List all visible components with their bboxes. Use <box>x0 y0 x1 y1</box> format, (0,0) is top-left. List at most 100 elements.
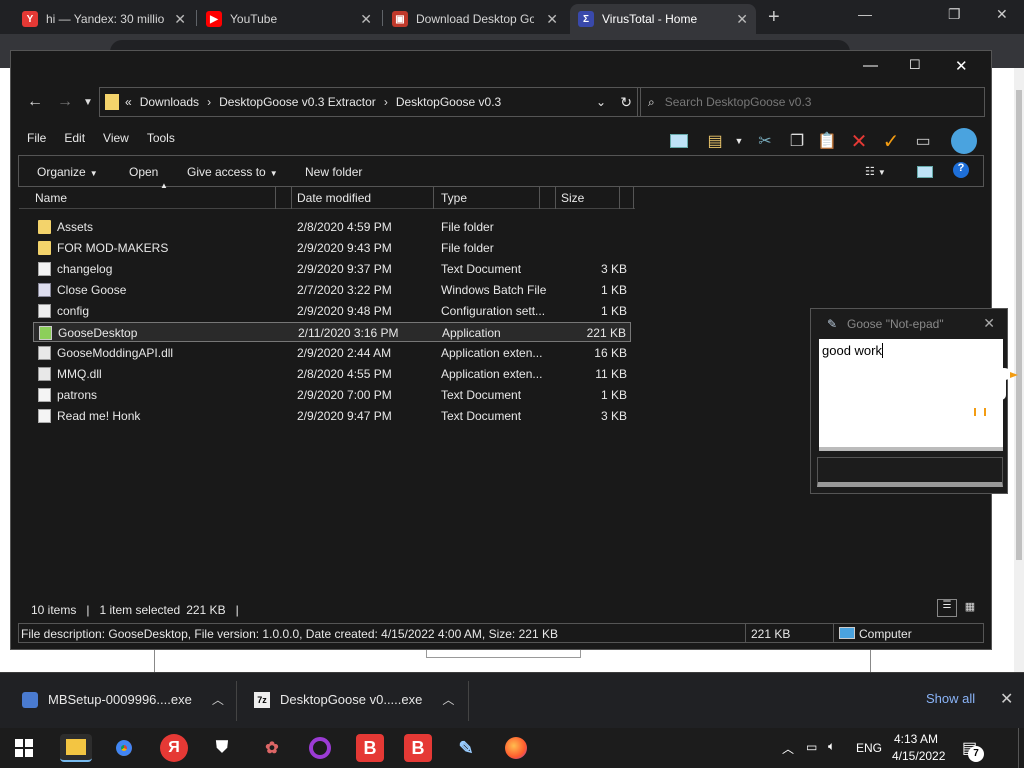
preview-pane-icon[interactable] <box>669 131 689 151</box>
list-item[interactable]: Close Goose 2/7/2020 3:22 PM Windows Bat… <box>33 280 631 300</box>
column-divider[interactable] <box>539 187 540 209</box>
explorer-maximize-icon[interactable]: ☐ <box>909 57 921 73</box>
column-type[interactable]: Type <box>441 191 467 205</box>
menu-view[interactable]: View <box>103 131 129 145</box>
help-icon[interactable]: ? <box>953 162 969 178</box>
refresh-icon[interactable]: ↻ <box>620 94 632 111</box>
give-access-button[interactable]: Give access to ▼ <box>187 165 278 179</box>
clock-date[interactable]: 4/15/2022 <box>892 749 945 763</box>
tab-yandex[interactable]: Y hi — Yandex: 30 million ✕ <box>14 4 194 34</box>
copy-icon[interactable]: ❐ <box>787 131 807 151</box>
cut-icon[interactable]: ✂ <box>755 131 775 151</box>
start-button[interactable] <box>10 734 38 762</box>
app-b-icon[interactable]: B <box>404 734 432 762</box>
organize-button[interactable]: Organize ▼ <box>37 165 98 179</box>
forward-icon[interactable]: → <box>57 93 73 111</box>
close-tab-icon[interactable]: ✕ <box>174 11 186 28</box>
search-box[interactable]: ⌕ Search DesktopGoose v0.3 <box>637 87 985 117</box>
column-name[interactable]: Name <box>35 191 67 205</box>
column-divider[interactable] <box>291 187 292 209</box>
volume-icon[interactable]: 🔈︎ <box>828 739 835 754</box>
paste-folder-icon[interactable]: ▤ <box>705 131 725 151</box>
explorer-minimize-icon[interactable]: — <box>863 57 878 74</box>
list-item-selected[interactable]: GooseDesktop 2/11/2020 3:16 PM Applicati… <box>33 322 631 342</box>
clock-time[interactable]: 4:13 AM <box>894 732 938 746</box>
list-item[interactable]: GooseModdingAPI.dll 2/9/2020 2:44 AM App… <box>33 343 631 363</box>
notepad-taskbar-icon[interactable]: ✎ <box>452 734 480 762</box>
opera-taskbar-button[interactable] <box>306 734 334 762</box>
goose-icon[interactable] <box>948 360 1020 420</box>
close-tab-icon[interactable]: ✕ <box>360 11 372 28</box>
column-size[interactable]: Size <box>561 191 584 205</box>
breadcrumb-extractor[interactable]: DesktopGoose v0.3 Extractor <box>219 95 376 109</box>
close-tab-icon[interactable]: ✕ <box>736 11 748 28</box>
app-b-icon[interactable]: B <box>356 734 384 762</box>
column-divider[interactable] <box>433 187 434 209</box>
breadcrumb-downloads[interactable]: Downloads <box>140 95 199 109</box>
delete-icon[interactable]: ✕ <box>849 131 869 153</box>
list-item[interactable]: config 2/9/2020 9:48 PM Configuration se… <box>33 301 631 321</box>
paste-icon[interactable]: 📋 <box>817 131 837 151</box>
yandex-taskbar-button[interactable]: Я <box>160 734 188 762</box>
tab-youtube[interactable]: ▶ YouTube ✕ <box>198 4 380 34</box>
close-icon[interactable]: ✕ <box>1000 689 1013 709</box>
breadcrumb-chevron-icon[interactable]: › <box>207 95 211 109</box>
new-tab-icon[interactable]: + <box>768 6 780 29</box>
breadcrumb-current[interactable]: DesktopGoose v0.3 <box>396 95 501 109</box>
list-item[interactable]: MMQ.dll 2/8/2020 4:55 PM Application ext… <box>33 364 631 384</box>
pane-toggle-icon[interactable] <box>917 166 933 178</box>
menu-file[interactable]: File <box>27 131 46 145</box>
column-divider[interactable] <box>555 187 556 209</box>
chevron-up-icon[interactable]: ︿ <box>212 691 224 708</box>
recent-locations-icon[interactable]: ▼ <box>83 97 93 108</box>
chevron-down-icon[interactable]: ⌄ <box>596 95 606 109</box>
security-shield-icon[interactable]: ⛊ <box>208 734 236 762</box>
browser-restore-icon[interactable]: ❐ <box>948 6 961 23</box>
download-item-mbsetup[interactable]: MBSetup-0009996....exe ︿ <box>22 691 224 708</box>
close-icon[interactable]: ✕ <box>983 315 995 332</box>
list-item[interactable]: changelog 2/9/2020 9:37 PM Text Document… <box>33 259 631 279</box>
file-explorer-taskbar-button[interactable] <box>60 734 92 762</box>
download-item-desktopgoose[interactable]: 7z DesktopGoose v0.....exe ︿ <box>254 691 454 708</box>
close-tab-icon[interactable]: ✕ <box>546 11 558 28</box>
checkmark-icon[interactable]: ✓ <box>881 131 901 153</box>
view-options-icon[interactable]: ☷ ▼ <box>865 165 886 178</box>
details-view-icon[interactable]: ☰ <box>937 599 957 617</box>
column-divider[interactable] <box>619 187 620 209</box>
list-item[interactable]: Read me! Honk 2/9/2020 9:47 PM Text Docu… <box>33 406 631 426</box>
back-icon[interactable]: ← <box>27 93 43 111</box>
show-desktop-button[interactable] <box>1018 728 1024 768</box>
list-item[interactable]: patrons 2/9/2020 7:00 PM Text Document 1… <box>33 385 631 405</box>
new-folder-button[interactable]: New folder <box>305 165 362 179</box>
browser-minimize-icon[interactable]: — <box>858 6 872 22</box>
browser-close-icon[interactable]: ✕ <box>996 6 1008 23</box>
list-item[interactable]: FOR MOD-MAKERS 2/9/2020 9:43 PM File fol… <box>33 238 631 258</box>
language-indicator[interactable]: ENG <box>856 741 882 755</box>
app-tray-icon[interactable]: ✿ <box>258 734 286 762</box>
chrome-taskbar-button[interactable] <box>110 734 138 762</box>
column-date[interactable]: Date modified <box>297 191 371 205</box>
breadcrumb-overflow[interactable]: « <box>125 95 132 109</box>
properties-icon[interactable]: ▭ <box>913 131 933 151</box>
breadcrumb-chevron-icon[interactable]: › <box>384 95 388 109</box>
explorer-close-icon[interactable]: ✕ <box>955 57 968 75</box>
network-icon[interactable]: ▭ <box>806 740 817 754</box>
menu-tools[interactable]: Tools <box>147 131 175 145</box>
tab-download-desktop-goose[interactable]: ▣ Download Desktop Goose ✕ <box>384 4 566 34</box>
open-button[interactable]: Open <box>129 165 158 179</box>
chevron-up-icon[interactable]: ︿ <box>442 691 454 708</box>
globe-icon[interactable] <box>951 128 977 154</box>
large-icons-view-icon[interactable]: ▦ <box>961 600 979 616</box>
breadcrumb[interactable]: « Downloads › DesktopGoose v0.3 Extracto… <box>99 87 641 117</box>
chevron-up-icon[interactable]: ︿ <box>782 740 794 757</box>
firefox-taskbar-button[interactable] <box>502 734 530 762</box>
list-item[interactable]: Assets 2/8/2020 4:59 PM File folder <box>33 217 631 237</box>
page-scrollbar-thumb[interactable] <box>1016 90 1022 560</box>
chevron-down-icon[interactable]: ▼ <box>729 131 749 151</box>
column-divider[interactable] <box>275 187 276 209</box>
menu-edit[interactable]: Edit <box>64 131 85 145</box>
tab-virustotal[interactable]: Σ VirusTotal - Home ✕ <box>570 4 756 34</box>
column-divider[interactable] <box>633 187 634 209</box>
show-all-link[interactable]: Show all <box>926 691 975 706</box>
tab-title: hi — Yandex: 30 million <box>46 12 164 26</box>
